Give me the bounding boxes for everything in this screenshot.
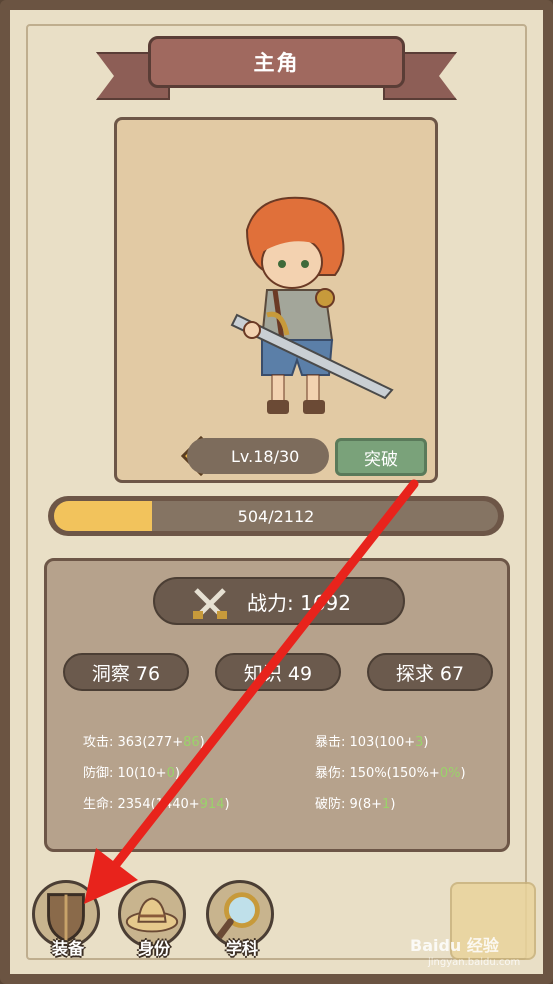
nav-identity-label: 身份 <box>137 939 170 958</box>
nav-identity[interactable]: 身份 <box>116 880 192 960</box>
crossed-swords-icon <box>193 588 227 619</box>
level-display: Lv.18/30 <box>187 438 329 474</box>
attribute-insight: 洞察 76 <box>63 653 189 691</box>
attribute-knowledge: 知识 49 <box>215 653 341 691</box>
stat-crit: 暴击: 103(100+3) <box>315 735 429 750</box>
stat-attack: 攻击: 363(277+86) <box>83 735 205 750</box>
stat-health: 生命: 2354(1440+914) <box>83 797 230 812</box>
combat-power: 战力: 1692 <box>153 577 405 625</box>
level-text: Lv.18/30 <box>231 446 300 466</box>
watermark-url: jingyan.baidu.com <box>428 957 521 968</box>
stats-panel: 战力: 1692 洞察 76 知识 49 探求 67 攻击: 363(277+8… <box>44 558 510 852</box>
attribute-pursuit: 探求 67 <box>367 653 493 691</box>
combat-power-text: 战力: 1692 <box>247 590 351 615</box>
experience-bar: 504/2112 <box>48 496 504 536</box>
breakthrough-button[interactable]: 突破 <box>335 438 427 476</box>
page-title: 主角 <box>148 36 405 88</box>
nav-equipment-label: 装备 <box>51 939 84 958</box>
stat-crit-damage: 暴伤: 150%(150%+0%) <box>315 766 466 781</box>
nav-equipment[interactable]: 装备 <box>30 880 106 960</box>
hero-character-image <box>230 196 394 414</box>
nav-subjects[interactable]: 学科 <box>204 880 280 960</box>
watermark-brand: Baidu 经验 <box>410 936 499 955</box>
experience-track: 504/2112 <box>54 501 498 531</box>
experience-text: 504/2112 <box>237 506 315 526</box>
stat-armor-break: 破防: 9(8+1) <box>315 797 396 812</box>
hero-portrait-panel: Lv Lv.18/30 突破 <box>114 117 438 483</box>
nav-subjects-label: 学科 <box>225 939 258 958</box>
stat-defense: 防御: 10(10+0) <box>83 766 180 781</box>
